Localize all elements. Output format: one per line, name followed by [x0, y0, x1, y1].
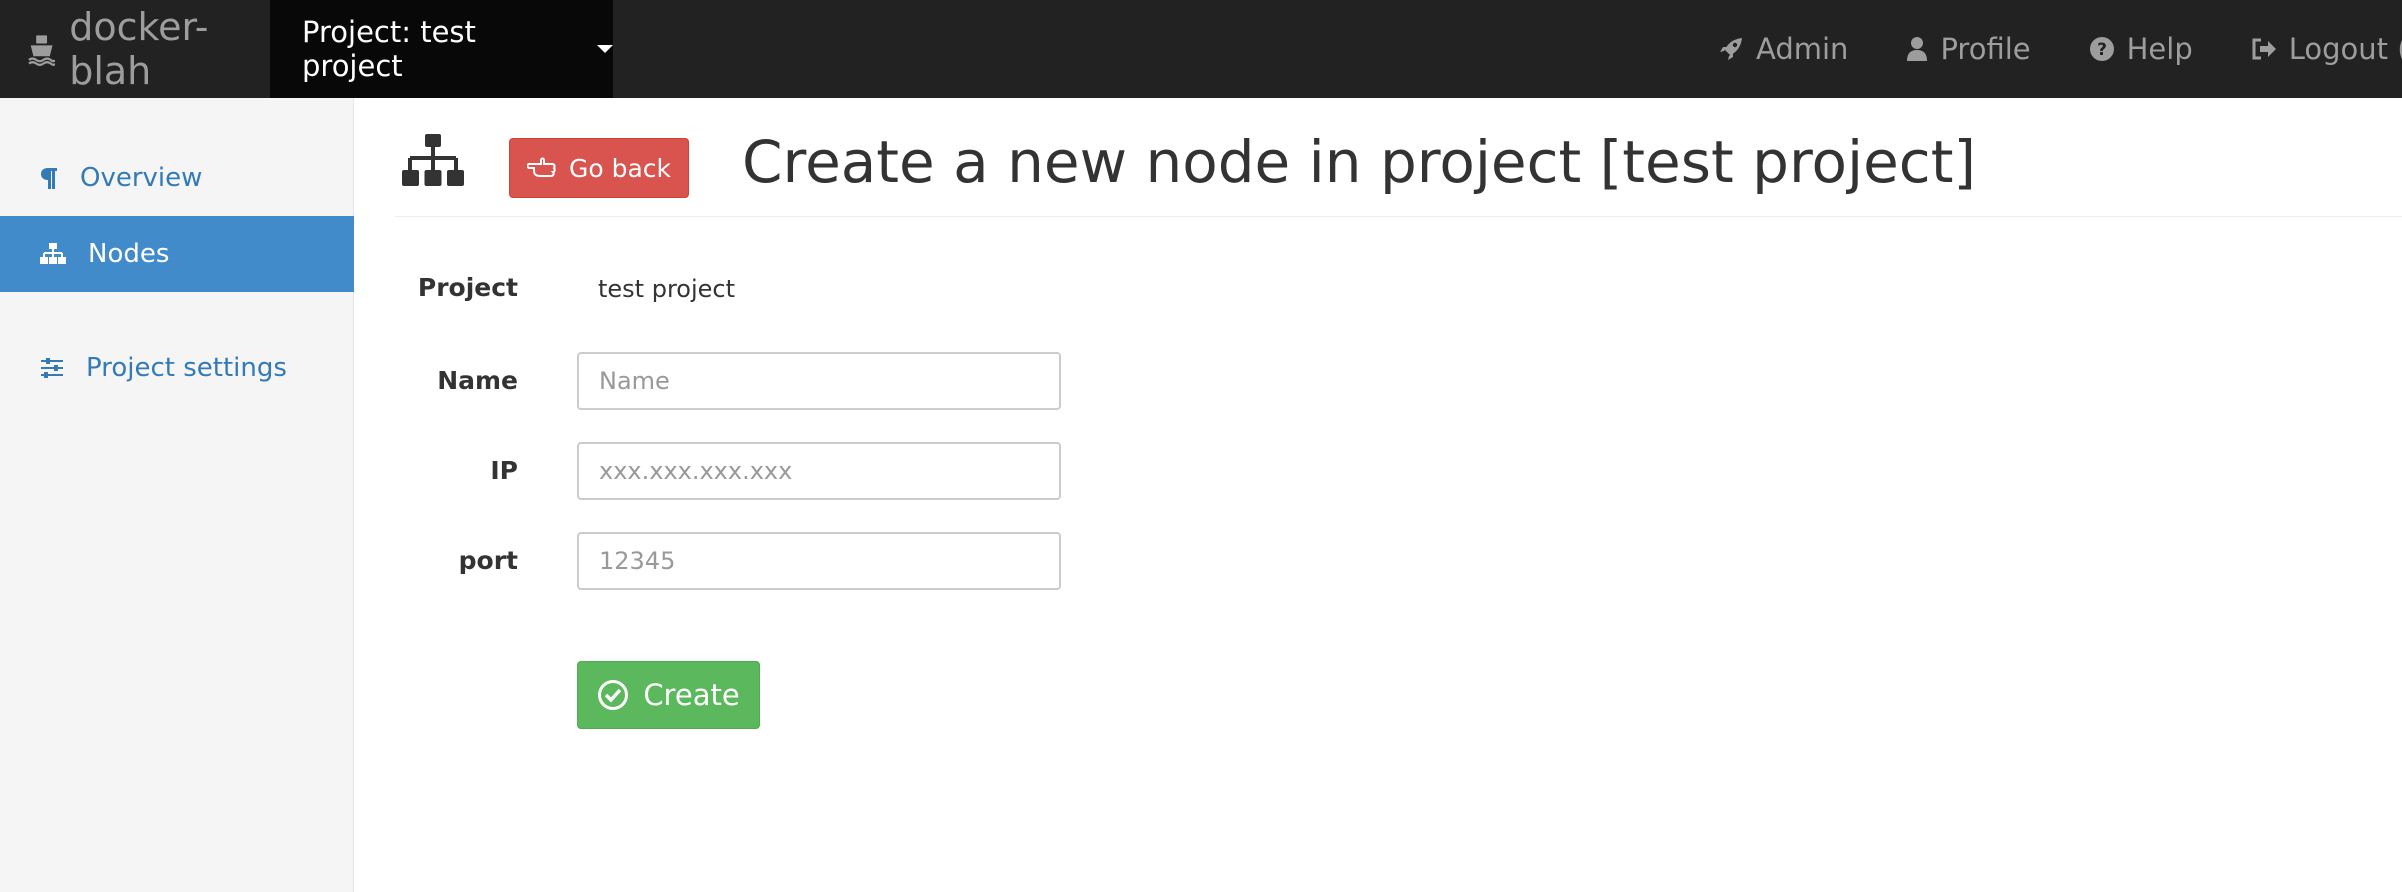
- ip-input[interactable]: [577, 442, 1061, 500]
- hand-pointing-left-icon: [526, 157, 556, 177]
- brand-name: docker-blah: [69, 5, 209, 93]
- name-label: Name: [437, 366, 518, 395]
- sitemap-icon: [40, 243, 66, 264]
- nav-logout-link[interactable]: Logout (c: [2251, 32, 2402, 66]
- ip-label: IP: [490, 456, 518, 485]
- check-circle-icon: [598, 680, 629, 710]
- go-back-button[interactable]: Go back: [509, 138, 689, 198]
- sidebar-item-label: Nodes: [88, 239, 170, 269]
- sidebar: Overview Nodes Project settings: [0, 98, 354, 892]
- project-label: Project: [417, 273, 518, 302]
- paragraph-icon: [41, 168, 57, 189]
- sign-out-icon: [2252, 38, 2276, 60]
- question-circle-icon: ?: [2089, 37, 2114, 61]
- nav-admin-link[interactable]: Admin: [1718, 32, 1848, 66]
- sidebar-item-label: Overview: [80, 163, 203, 193]
- nav-logout-label: Logout (c: [2288, 32, 2402, 66]
- nav-profile-link[interactable]: Profile: [1906, 32, 2031, 66]
- nav-help-label: Help: [2126, 32, 2193, 66]
- svg-text:?: ?: [2097, 40, 2107, 60]
- top-navbar: docker-blah Project: test project Admin …: [0, 0, 2402, 98]
- port-input[interactable]: [577, 532, 1061, 590]
- title-divider: [395, 216, 2402, 217]
- sitemap-icon: [402, 134, 464, 186]
- name-input[interactable]: [577, 352, 1061, 410]
- ship-icon: [28, 35, 56, 66]
- create-label: Create: [643, 678, 740, 712]
- brand[interactable]: docker-blah: [0, 0, 270, 98]
- sidebar-item-overview[interactable]: Overview: [0, 140, 354, 216]
- project-dropdown-label: Project: test project: [302, 15, 476, 83]
- nav-admin-label: Admin: [1756, 32, 1849, 66]
- port-label: port: [458, 546, 518, 575]
- rocket-icon: [1720, 38, 1742, 60]
- project-dropdown[interactable]: Project: test project: [270, 0, 613, 98]
- caret-down-icon: [597, 45, 613, 53]
- project-value: test project: [598, 275, 736, 303]
- create-button[interactable]: Create: [577, 661, 760, 729]
- go-back-label: Go back: [568, 153, 672, 183]
- page-title: Create a new node in project [test proje…: [742, 128, 1977, 196]
- nav-help-link[interactable]: ? Help: [2089, 32, 2193, 66]
- user-icon: [1907, 37, 1928, 61]
- nav-profile-label: Profile: [1940, 32, 2031, 66]
